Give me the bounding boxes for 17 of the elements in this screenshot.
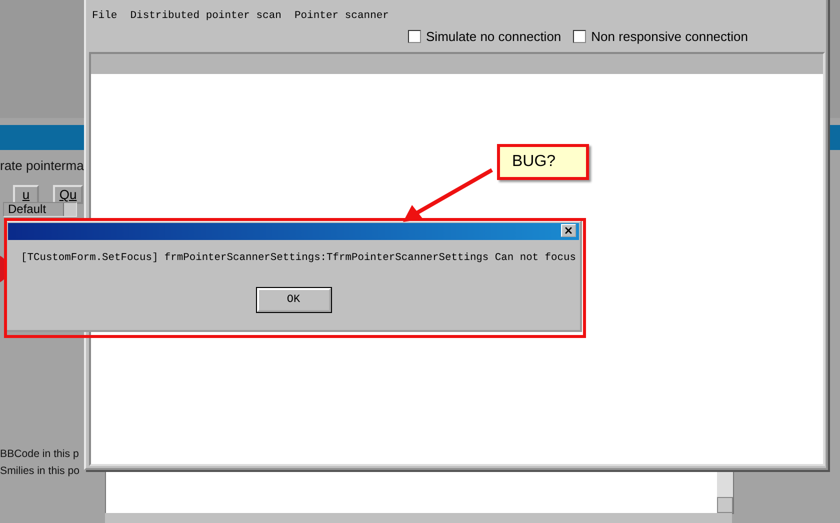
error-message: [TCustomForm.SetFocus] frmPointerScannerSettings:TfrmPointerScannerSettings Can not focus [21, 252, 577, 264]
ok-button[interactable]: OK [256, 288, 330, 312]
checkbox[interactable] [573, 30, 586, 43]
close-icon[interactable] [561, 224, 576, 237]
menu-item[interactable]: Distributed pointer scan [130, 10, 282, 22]
menu-item[interactable]: File [92, 10, 118, 22]
checkbox[interactable] [408, 30, 422, 43]
checkbox-label[interactable]: Non responsive connection [591, 29, 748, 44]
heading-text: rate pointerma [0, 158, 84, 173]
dropdown[interactable]: Default [3, 202, 77, 217]
toolbar-button[interactable]: Qu [53, 185, 83, 204]
menu-item[interactable]: Pointer scanner [294, 10, 389, 22]
option-label: BBCode in this p [0, 448, 80, 460]
checkbox-label[interactable]: Simulate no connection [426, 29, 562, 44]
scrollbar[interactable] [717, 469, 733, 513]
callout-note: BUG? [497, 144, 589, 180]
option-label: Smilies in this po [0, 465, 80, 477]
